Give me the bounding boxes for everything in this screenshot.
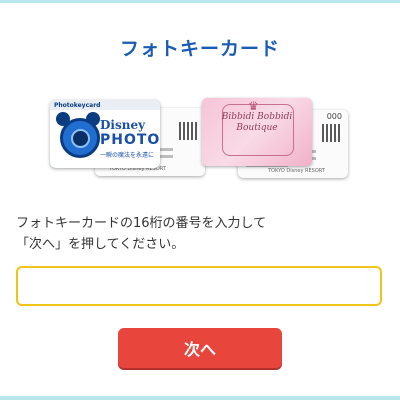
- crown-icon: ♛: [248, 99, 259, 113]
- boutique-card: ♛ Bibbidi Bobbidi Boutique: [202, 98, 312, 166]
- disney-photo-card: Photokeycard Disney PHOTO 一瞬の魔法を永遠に: [50, 100, 160, 168]
- qr-code-icon: [179, 122, 197, 140]
- card-photo-label: PHOTO: [100, 132, 160, 148]
- page-title: フォトキーカード: [119, 38, 280, 60]
- camera-lens-icon: [71, 129, 90, 148]
- card-number: 000: [326, 112, 342, 121]
- card-band: Photokeycard: [50, 100, 160, 110]
- instruction-line1: フォトキーカードの16桁の番号を入力して: [16, 216, 267, 231]
- bottom-border: [0, 396, 400, 400]
- card-brand-line1: Bibbidi Bobbidi: [221, 112, 293, 122]
- instruction-text: フォトキーカードの16桁の番号を入力して 「次へ」を押してください。: [16, 213, 386, 255]
- instruction-line2: 「次へ」を押してください。: [16, 237, 185, 252]
- card-subtitle: 一瞬の魔法を永遠に: [100, 152, 155, 159]
- top-border: [0, 0, 400, 3]
- card-illustration: TOKYO Disney RESORT Photokeycard Disney …: [0, 80, 400, 190]
- card-footer: TOKYO Disney RESORT: [268, 168, 325, 174]
- page: フォトキーカード TOKYO Disney RESORT Photokeycar…: [0, 0, 400, 400]
- card-brand: Bibbidi Bobbidi Boutique: [202, 112, 312, 134]
- card-brand-line2: Boutique: [236, 123, 278, 133]
- next-button[interactable]: 次へ: [118, 328, 282, 368]
- card-number-input[interactable]: [16, 266, 382, 306]
- qr-code-icon: [322, 124, 340, 142]
- card-band-label: Photokeycard: [54, 102, 101, 109]
- card-brand: Disney: [100, 118, 146, 132]
